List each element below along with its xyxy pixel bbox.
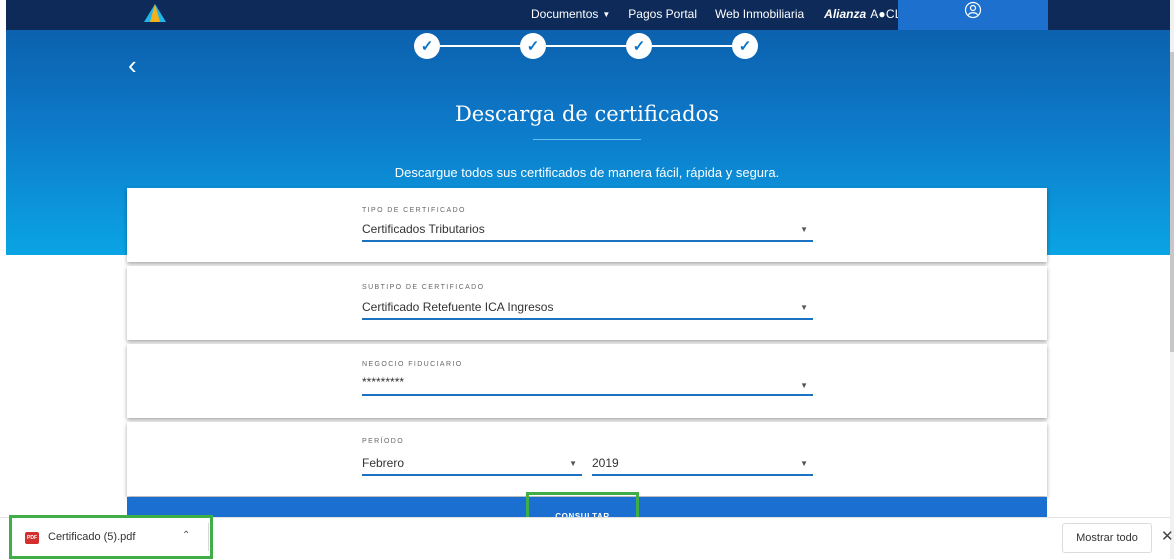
user-menu[interactable] (898, 0, 1048, 30)
dropdown-arrow-icon: ▼ (800, 459, 808, 468)
dropdown-arrow-icon: ▼ (800, 225, 808, 234)
step-4-check-icon: ✓ (732, 33, 758, 59)
scrollbar-thumb[interactable] (1170, 52, 1174, 352)
subtipo-certificado-card: SUBTIPO DE CERTIFICADO Certificado Retef… (127, 266, 1047, 340)
subtipo-certificado-label: SUBTIPO DE CERTIFICADO (362, 284, 485, 291)
tipo-certificado-select[interactable]: Certificados Tributarios ▼ (362, 220, 813, 242)
title-divider (533, 139, 641, 140)
nav-item-documentos[interactable]: Documentos ▼ (531, 7, 610, 21)
select-value: Febrero (362, 456, 405, 470)
page-subtitle: Descargue todos sus certificados de mane… (394, 165, 780, 180)
tipo-certificado-label: TIPO DE CERTIFICADO (362, 207, 466, 214)
alianza-logo-icon[interactable] (144, 4, 166, 22)
step-connector (440, 45, 520, 47)
dropdown-arrow-icon: ▼ (800, 381, 808, 390)
nav-links: Documentos ▼ Pagos Portal Web Inmobiliar… (531, 7, 940, 21)
nav-item-label: Pagos Portal (628, 7, 698, 21)
brand-name: Alianza (824, 7, 867, 21)
negocio-fiduciario-card: NEGOCIO FIDUCIARIO ********* ▼ (127, 344, 1047, 418)
download-file-name: Certificado (5).pdf (48, 531, 136, 543)
back-arrow-icon[interactable]: ‹ (128, 52, 144, 78)
dropdown-arrow-icon: ▼ (800, 303, 808, 312)
pdf-file-icon: PDF (25, 532, 39, 544)
periodo-month-select[interactable]: Febrero ▼ (362, 454, 582, 476)
select-value: Certificados Tributarios (362, 222, 485, 236)
select-value: ********* (362, 375, 405, 389)
negocio-fiduciario-label: NEGOCIO FIDUCIARIO (362, 361, 463, 368)
step-connector (652, 45, 732, 47)
negocio-fiduciario-select[interactable]: ********* ▼ (362, 374, 813, 396)
step-2-check-icon: ✓ (520, 33, 546, 59)
periodo-year-select[interactable]: 2019 ▼ (592, 454, 813, 476)
tipo-certificado-card: TIPO DE CERTIFICADO Certificados Tributa… (127, 188, 1047, 262)
select-value: Certificado Retefuente ICA Ingresos (362, 300, 554, 314)
user-icon (964, 1, 982, 19)
page-title: Descarga de certificados (454, 102, 720, 126)
show-all-button[interactable]: Mostrar todo (1062, 523, 1152, 553)
close-icon[interactable]: ✕ (1161, 527, 1174, 545)
select-value: 2019 (592, 456, 619, 470)
nav-item-web-inmobiliaria[interactable]: Web Inmobiliaria (715, 7, 804, 21)
periodo-card: PERÍODO Febrero ▼ 2019 ▼ (127, 422, 1047, 496)
step-1-check-icon: ✓ (414, 33, 440, 59)
dropdown-arrow-icon: ▼ (569, 459, 577, 468)
download-divider (208, 523, 209, 551)
periodo-label: PERÍODO (362, 438, 405, 445)
download-item[interactable]: PDF Certificado (5).pdf ⌃ (9, 515, 213, 559)
caret-down-icon: ▼ (602, 9, 611, 19)
step-3-check-icon: ✓ (626, 33, 652, 59)
page: Documentos ▼ Pagos Portal Web Inmobiliar… (0, 0, 1174, 559)
nav-item-label: Documentos (531, 7, 599, 21)
progress-steps: ✓ ✓ ✓ ✓ (414, 33, 760, 61)
nav-item-pagos-portal[interactable]: Pagos Portal (628, 7, 697, 21)
step-connector (546, 45, 626, 47)
nav-item-label: Web Inmobiliaria (715, 7, 805, 21)
chevron-up-icon[interactable]: ⌃ (182, 530, 190, 541)
subtipo-certificado-select[interactable]: Certificado Retefuente ICA Ingresos ▼ (362, 298, 813, 320)
